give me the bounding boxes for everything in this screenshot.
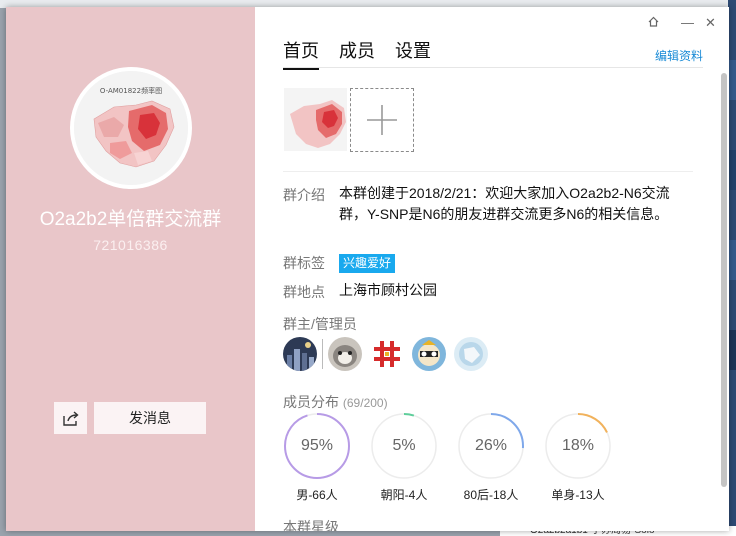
thumbnail-title: O-AM01822频率图 bbox=[100, 86, 162, 95]
tab-divider bbox=[283, 67, 703, 68]
group-name: O2a2b2单倍群交流群 bbox=[39, 209, 222, 230]
plus-icon bbox=[367, 105, 397, 135]
tab-members[interactable]: 成员 bbox=[339, 37, 375, 70]
intro-text: 本群创建于2018/2/21：欢迎大家加入O2a2b2-N6交流群，Y-SNP是… bbox=[339, 185, 670, 222]
location-value[interactable]: 上海市顾村公园 bbox=[339, 280, 437, 301]
admin-avatar[interactable] bbox=[454, 337, 488, 371]
distribution-title-text: 成员分布 bbox=[283, 394, 339, 410]
member-count: (69/200) bbox=[342, 396, 388, 410]
group-profile-content: — ✕ 首页 成员 设置 编辑资料 群介绍 本群创建于2018/2/21：欢迎大… bbox=[255, 7, 729, 531]
admin-avatar[interactable] bbox=[412, 337, 446, 371]
group-level-title: 本群星级 bbox=[283, 519, 339, 531]
distribution-title: 成员分布 (69/200) bbox=[283, 392, 388, 412]
distribution-gender[interactable]: 95% 男-66人 bbox=[283, 412, 351, 503]
distribution-region[interactable]: 5% 朝阳-4人 bbox=[370, 412, 438, 503]
distribution-percent: 5% bbox=[392, 437, 416, 454]
owner-avatar[interactable] bbox=[283, 337, 317, 371]
background-desktop-edge bbox=[728, 0, 736, 536]
section-divider bbox=[283, 171, 693, 172]
distribution-age[interactable]: 26% 80后-18人 bbox=[457, 412, 525, 503]
distribution-status[interactable]: 18% 单身-13人 bbox=[544, 412, 612, 503]
location-label: 群地点 bbox=[283, 284, 325, 300]
edit-profile-link[interactable]: 编辑资料 bbox=[655, 47, 703, 64]
tab-settings[interactable]: 设置 bbox=[395, 37, 431, 70]
distribution-label: 朝阳-4人 bbox=[380, 488, 428, 502]
distribution-ring: 18% bbox=[544, 412, 612, 480]
close-button[interactable]: ✕ bbox=[705, 15, 716, 31]
distribution-label: 男-66人 bbox=[296, 488, 338, 502]
admin-avatars bbox=[283, 337, 496, 371]
distribution-label: 80后-18人 bbox=[463, 488, 519, 502]
profile-tabs: 首页 成员 设置 bbox=[283, 37, 431, 70]
distribution-percent: 95% bbox=[300, 437, 334, 454]
intro-label: 群介绍 bbox=[283, 187, 325, 203]
share-button[interactable] bbox=[54, 402, 87, 434]
share-icon bbox=[62, 410, 79, 426]
admin-avatar[interactable] bbox=[370, 337, 404, 371]
send-message-button[interactable]: 发消息 bbox=[94, 402, 206, 434]
tab-home[interactable]: 首页 bbox=[283, 37, 319, 70]
add-photo-button[interactable] bbox=[350, 88, 414, 152]
admins-label: 群主/管理员 bbox=[283, 316, 357, 332]
group-avatar-map: O-AM01822频率图 bbox=[74, 71, 188, 185]
group-photo[interactable] bbox=[284, 88, 347, 151]
group-avatar[interactable]: O-AM01822频率图 bbox=[70, 67, 192, 189]
pin-icon[interactable] bbox=[647, 15, 660, 31]
minimize-button[interactable]: — bbox=[681, 15, 694, 30]
group-id: 721016386 bbox=[93, 237, 168, 253]
tag-list: 兴趣爱好 bbox=[339, 252, 396, 273]
group-profile-window: O-AM01822频率图 O2a2b2单倍群交流群 721016386 发消息 bbox=[6, 7, 729, 531]
distribution-percent: 18% bbox=[561, 437, 595, 454]
distribution-ring: 95% bbox=[283, 412, 351, 480]
distribution-ring: 5% bbox=[370, 412, 438, 480]
owner-admin-separator bbox=[322, 339, 323, 369]
tag-chip[interactable]: 兴趣爱好 bbox=[339, 254, 396, 273]
distribution-ring: 26% bbox=[457, 412, 525, 480]
group-profile-sidebar: O-AM01822频率图 O2a2b2单倍群交流群 721016386 发消息 bbox=[6, 7, 255, 531]
distribution-label: 单身-13人 bbox=[551, 488, 605, 502]
scrollbar-thumb[interactable] bbox=[721, 73, 727, 487]
admin-avatar[interactable] bbox=[328, 337, 362, 371]
tag-label: 群标签 bbox=[283, 255, 325, 271]
distribution-percent: 26% bbox=[474, 437, 508, 454]
